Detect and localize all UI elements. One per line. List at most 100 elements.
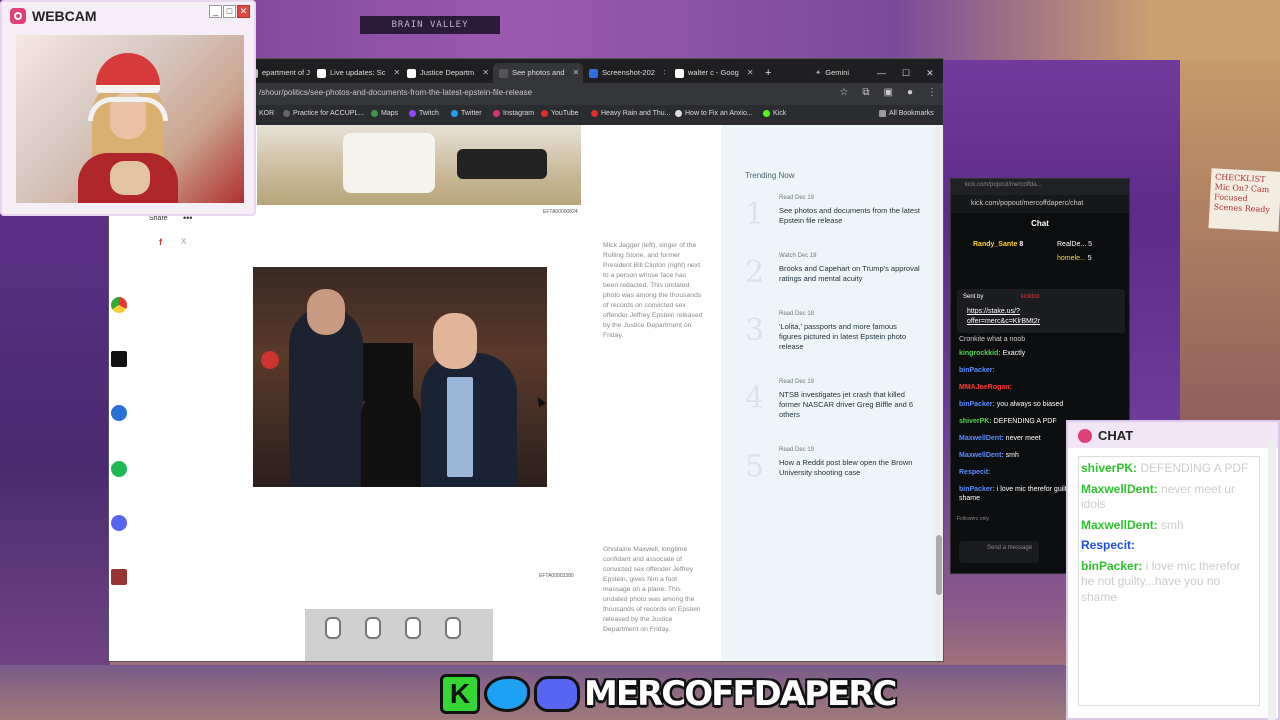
maximize-icon[interactable]: □ <box>223 5 236 18</box>
redaction-box <box>363 343 413 401</box>
chat-header: CHAT <box>1068 422 1278 448</box>
pinned-link[interactable]: https://stake.us/?offer=merc&c=KlrBMt2r <box>967 307 1087 327</box>
bookmark-maps[interactable]: Maps <box>371 110 398 117</box>
close-window-icon[interactable]: ✕ <box>926 63 934 83</box>
kick-address-bar[interactable]: kick.com/popout/mercoffdaperc/chat <box>951 195 1129 213</box>
pbs-favicon-icon <box>499 68 508 78</box>
figure-middle <box>361 387 421 487</box>
desktop-icons-strip <box>109 285 127 655</box>
bookmark-instagram[interactable]: Instagram <box>493 110 534 117</box>
app-icon[interactable] <box>111 569 127 585</box>
ap-favicon-icon <box>407 68 416 78</box>
channel-name: MERCOFFDAPERC <box>584 674 897 714</box>
window-controls: — ☐ ✕ <box>877 63 937 83</box>
maps-icon <box>371 110 378 117</box>
chrome-icon[interactable] <box>111 297 127 313</box>
window-shape <box>365 617 381 639</box>
bookmark-youtube[interactable]: YouTube <box>541 110 579 117</box>
tab-google[interactable]: walter c - Goog ✕ <box>675 63 753 83</box>
close-icon[interactable]: ✕ <box>237 5 250 18</box>
bookmark-heavy-rain[interactable]: Heavy Rain and Thu... <box>591 110 671 117</box>
google-favicon-icon <box>675 68 684 78</box>
table-shape <box>457 149 547 179</box>
window-shape <box>325 617 341 639</box>
folder-icon <box>879 110 886 117</box>
facebook-share-icon[interactable]: f <box>159 237 162 247</box>
webcam-title: WEBCAM <box>10 8 97 24</box>
file-favicon-icon <box>589 68 598 78</box>
side-panel-icon[interactable]: ▣ <box>884 87 893 98</box>
tab-justice-1[interactable]: epartment of J <box>249 63 311 83</box>
close-tab-icon[interactable]: ✕ <box>573 63 580 83</box>
bookmark-practice[interactable]: Practice for ACCUPL... <box>283 110 364 117</box>
chat-message: shiverPK: DEFENDING A PDF <box>959 418 1057 425</box>
spotify-icon[interactable] <box>111 461 127 477</box>
close-tab-icon[interactable]: ✕ <box>747 63 753 83</box>
trending-sidebar: Trending Now 1 Read Dec 19 See photos an… <box>721 125 937 661</box>
discord-logo-icon <box>534 676 580 712</box>
folder-icon <box>283 110 290 117</box>
send-message-input[interactable]: Send a message <box>959 541 1039 563</box>
url-text[interactable]: /shour/politics/see-photos-and-documents… <box>259 88 532 97</box>
kick-url-text[interactable]: kick.com/popout/mercoffdaperc/chat <box>971 200 1083 207</box>
chat-title: CHAT <box>1098 428 1134 443</box>
extensions-icon[interactable]: ⧉ <box>862 87 869 98</box>
page-scrollbar[interactable] <box>935 125 943 661</box>
chat-scrollbar[interactable] <box>1268 440 1276 720</box>
wall-sign: BRAIN VALLEY <box>360 16 500 34</box>
bookmark-star-icon[interactable]: ☆ <box>839 87 848 98</box>
chat-message: Respecit: <box>959 469 991 476</box>
gemini-icon: ✦ <box>815 68 822 77</box>
chat-message: MaxwellDent: never meet <box>959 435 1041 442</box>
chat-overlay: CHAT shiverPK: DEFENDING A PDF MaxwellDe… <box>1066 420 1280 720</box>
close-tab-icon[interactable]: ✕ <box>482 63 489 83</box>
bookmark-kor[interactable]: KOR <box>259 110 274 117</box>
maximize-icon[interactable]: ☐ <box>902 63 910 83</box>
gemini-button[interactable]: ✦ Gemini <box>815 63 865 83</box>
headphones-shape <box>88 97 168 121</box>
sofa-shape <box>343 133 435 193</box>
tab-justice-department[interactable]: Justice Departm ✕ <box>407 63 491 83</box>
menu-icon[interactable]: ⋮ <box>927 87 937 98</box>
chat-message: MaxwellDent: smh <box>959 452 1019 459</box>
chat-message: MMAJoeRogan: <box>959 384 1012 391</box>
discord-icon[interactable] <box>111 515 127 531</box>
close-tab-icon[interactable]: ✕ <box>663 63 665 83</box>
x-app-icon[interactable] <box>111 351 127 367</box>
bookmark-twitter[interactable]: Twitter <box>451 110 482 117</box>
photo-caption: Mick Jagger (left), singer of the Rollin… <box>603 242 703 339</box>
bookmark-kick[interactable]: Kick <box>763 110 786 117</box>
window-shape <box>405 617 421 639</box>
chat-message: MaxwellDent: never meet ur idols <box>1081 481 1236 512</box>
chat-message: MaxwellDent: smh <box>1081 517 1184 532</box>
window-shape <box>445 617 461 639</box>
bookmark-anxiety[interactable]: How to Fix an Anxio... <box>675 110 753 117</box>
chat-message: Cronkite what a noob <box>959 336 1026 343</box>
all-bookmarks[interactable]: All Bookmarks <box>879 110 934 117</box>
streamer-figure <box>78 53 178 203</box>
tab-screenshot[interactable]: Screenshot-202✕ <box>589 63 665 83</box>
red-flower <box>261 351 279 369</box>
x-share-icon[interactable]: X <box>181 237 186 246</box>
bookmark-twitch[interactable]: Twitch <box>409 110 439 117</box>
article-photo-room <box>257 125 581 205</box>
trending-title: Trending Now <box>745 171 795 180</box>
minimize-icon[interactable]: _ <box>209 5 222 18</box>
profile-avatar-icon[interactable]: ● <box>907 87 913 98</box>
chat-message: binPacker: you always so biased <box>959 401 1064 408</box>
pinned-message[interactable]: Sent by kickbot https://stake.us/?offer=… <box>957 289 1125 333</box>
followers-only-label: Followers only <box>957 516 989 522</box>
new-tab-icon[interactable]: + <box>765 63 777 83</box>
checklist-sticky-note: CHECKLIST Mic On? Cam Focused Scenes Rea… <box>1208 168 1280 232</box>
tab-see-photos[interactable]: See photos and ✕ <box>493 63 583 83</box>
room-background-left <box>0 210 110 720</box>
kick-window-titlebar: kick.com/popout/mercoffda... <box>951 179 1129 195</box>
chat-message: Respecit: <box>1081 538 1136 552</box>
article-photo-plane <box>305 609 493 661</box>
app-icon[interactable] <box>111 405 127 421</box>
tab-live-updates[interactable]: Live updates: Sc ✕ <box>317 63 401 83</box>
close-tab-icon[interactable]: ✕ <box>393 63 400 83</box>
scroll-thumb[interactable] <box>936 535 942 595</box>
minimize-icon[interactable]: — <box>877 63 886 83</box>
shirt-right <box>447 377 473 477</box>
